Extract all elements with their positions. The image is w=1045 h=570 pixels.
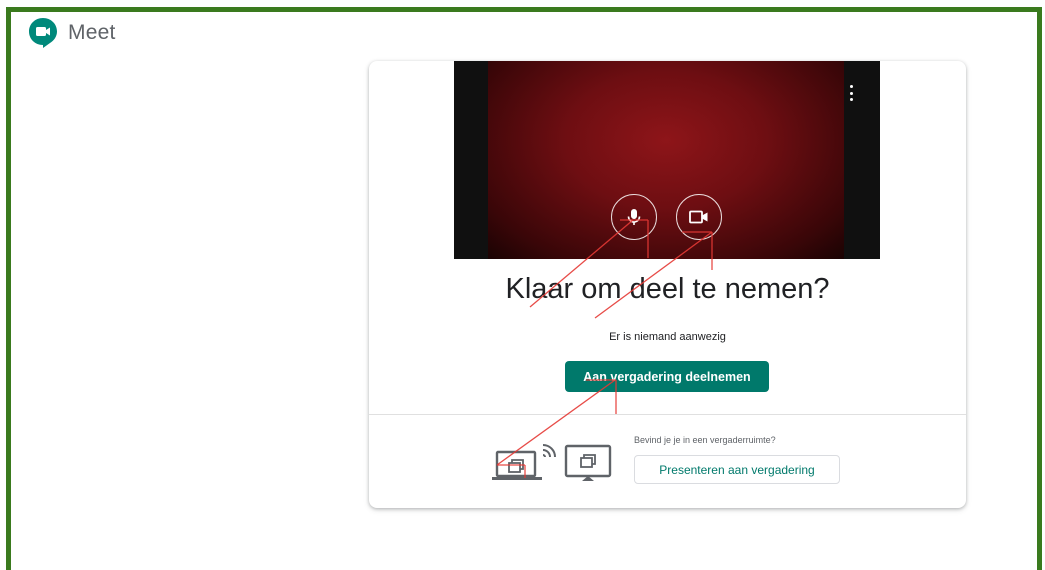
- camera-feed: [488, 61, 844, 259]
- google-meet-logo-icon[interactable]: [28, 17, 58, 49]
- meeting-room-question: Bevind je je in een vergaderruimte?: [634, 435, 776, 445]
- join-meeting-button[interactable]: Aan vergadering deelnemen: [565, 361, 769, 392]
- participants-status: Er is niemand aanwezig: [609, 331, 726, 343]
- join-card: Klaar om deel te nemen? Er is niemand aa…: [369, 61, 966, 508]
- more-vert-icon[interactable]: [848, 85, 854, 101]
- app-header: Meet: [28, 16, 116, 50]
- laptop-present-icon: [492, 450, 542, 480]
- microphone-icon: [627, 209, 641, 225]
- video-camera-icon: [689, 210, 708, 224]
- video-preview: [454, 61, 880, 259]
- frame-border-right: [1037, 7, 1042, 570]
- app-title: Meet: [68, 21, 116, 44]
- camera-toggle-button[interactable]: [676, 194, 722, 240]
- section-divider: [369, 414, 966, 415]
- frame-border-top: [6, 7, 1042, 12]
- tv-present-icon: [564, 444, 612, 481]
- cast-icon: [542, 444, 556, 457]
- ready-heading: Klaar om deel te nemen?: [505, 273, 830, 305]
- microphone-toggle-button[interactable]: [611, 194, 657, 240]
- present-to-meeting-button[interactable]: Presenteren aan vergadering: [634, 455, 840, 484]
- frame-border-left: [6, 7, 11, 570]
